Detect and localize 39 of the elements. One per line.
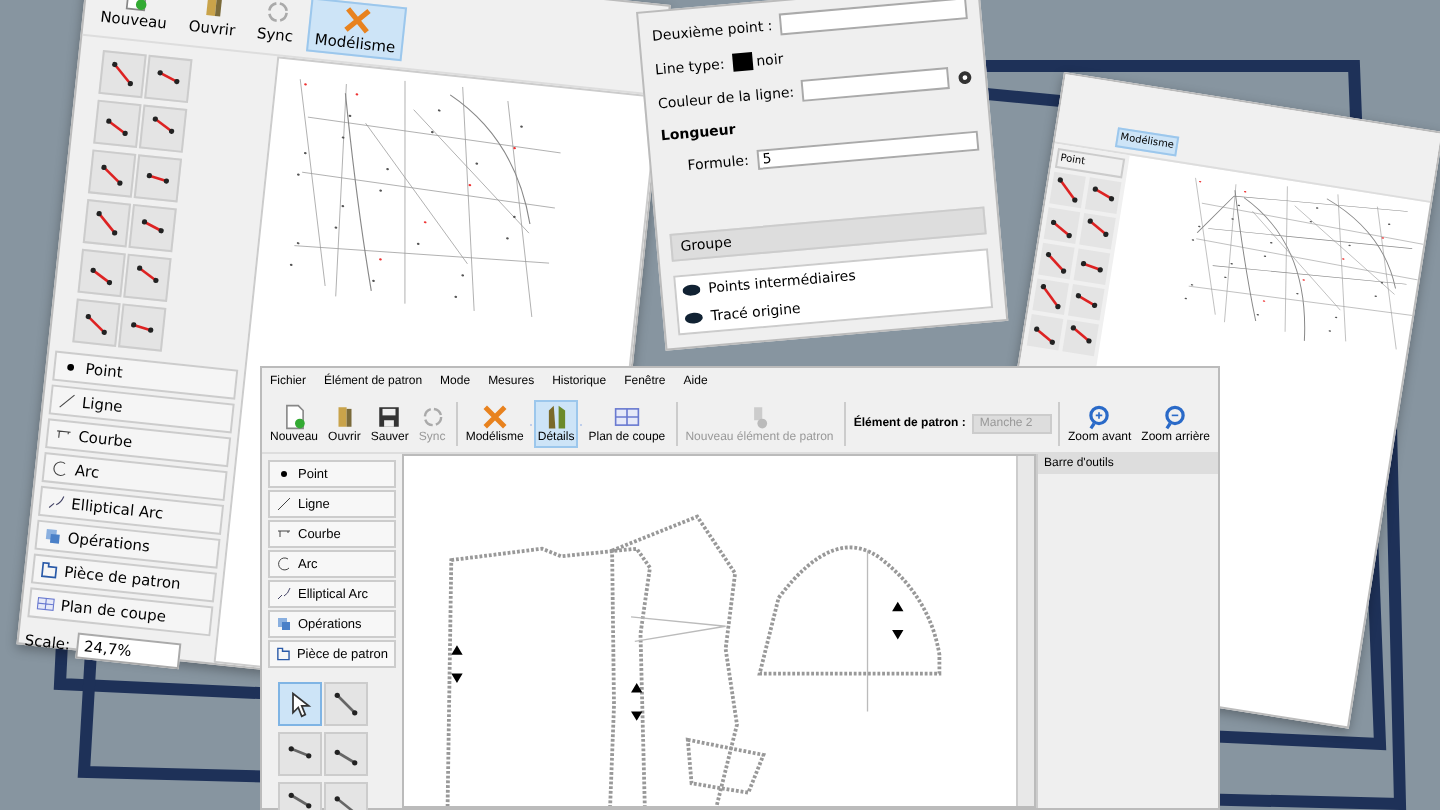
drawing-tool-icon[interactable] [1067,284,1105,321]
drawing-tool-icon[interactable] [324,732,368,776]
drawing-tool-icon[interactable] [1079,212,1116,250]
pattern-pieces-icon [543,404,570,430]
scissors-icon [342,5,373,36]
line-icon [276,496,292,512]
arc-icon [50,458,70,479]
new-document-icon [281,404,308,430]
drawing-tool-icon[interactable] [1084,177,1122,214]
pattern-piece-icon [39,560,60,581]
drawing-tool-icon[interactable] [1043,207,1081,244]
zoom-out-icon [1162,404,1189,430]
pattern-piece-icon [276,646,291,662]
arc-icon [276,556,292,572]
drawing-tool-icon[interactable] [1073,248,1111,286]
elliptical-arc-icon [276,586,292,602]
zoom-in-icon [1086,404,1113,430]
line-icon [57,391,77,411]
sync-icon [419,404,446,430]
vertical-scrollbar[interactable] [1016,456,1034,806]
settings-icon[interactable] [956,67,974,86]
layout-grid-icon [613,404,640,430]
curve-icon [276,526,292,542]
save-icon [376,404,403,430]
sync-icon [262,0,293,28]
drawing-tool-icon[interactable] [1049,171,1086,209]
drawing-tool-icon[interactable] [324,682,368,726]
elliptical-arc-icon [46,492,67,513]
drawing-tool-icon[interactable] [1026,313,1064,351]
scissors-icon [481,404,508,430]
drawing-tool-icon[interactable] [1038,242,1075,280]
pointer-icon[interactable] [278,682,322,726]
operations-icon [43,526,63,547]
layout-grid-icon [35,594,56,614]
point-icon [276,466,292,482]
operations-icon [276,616,292,632]
color-field[interactable] [801,67,950,102]
drawing-tool-icon[interactable] [1062,319,1099,357]
drawing-tool-icon[interactable] [1032,278,1069,315]
